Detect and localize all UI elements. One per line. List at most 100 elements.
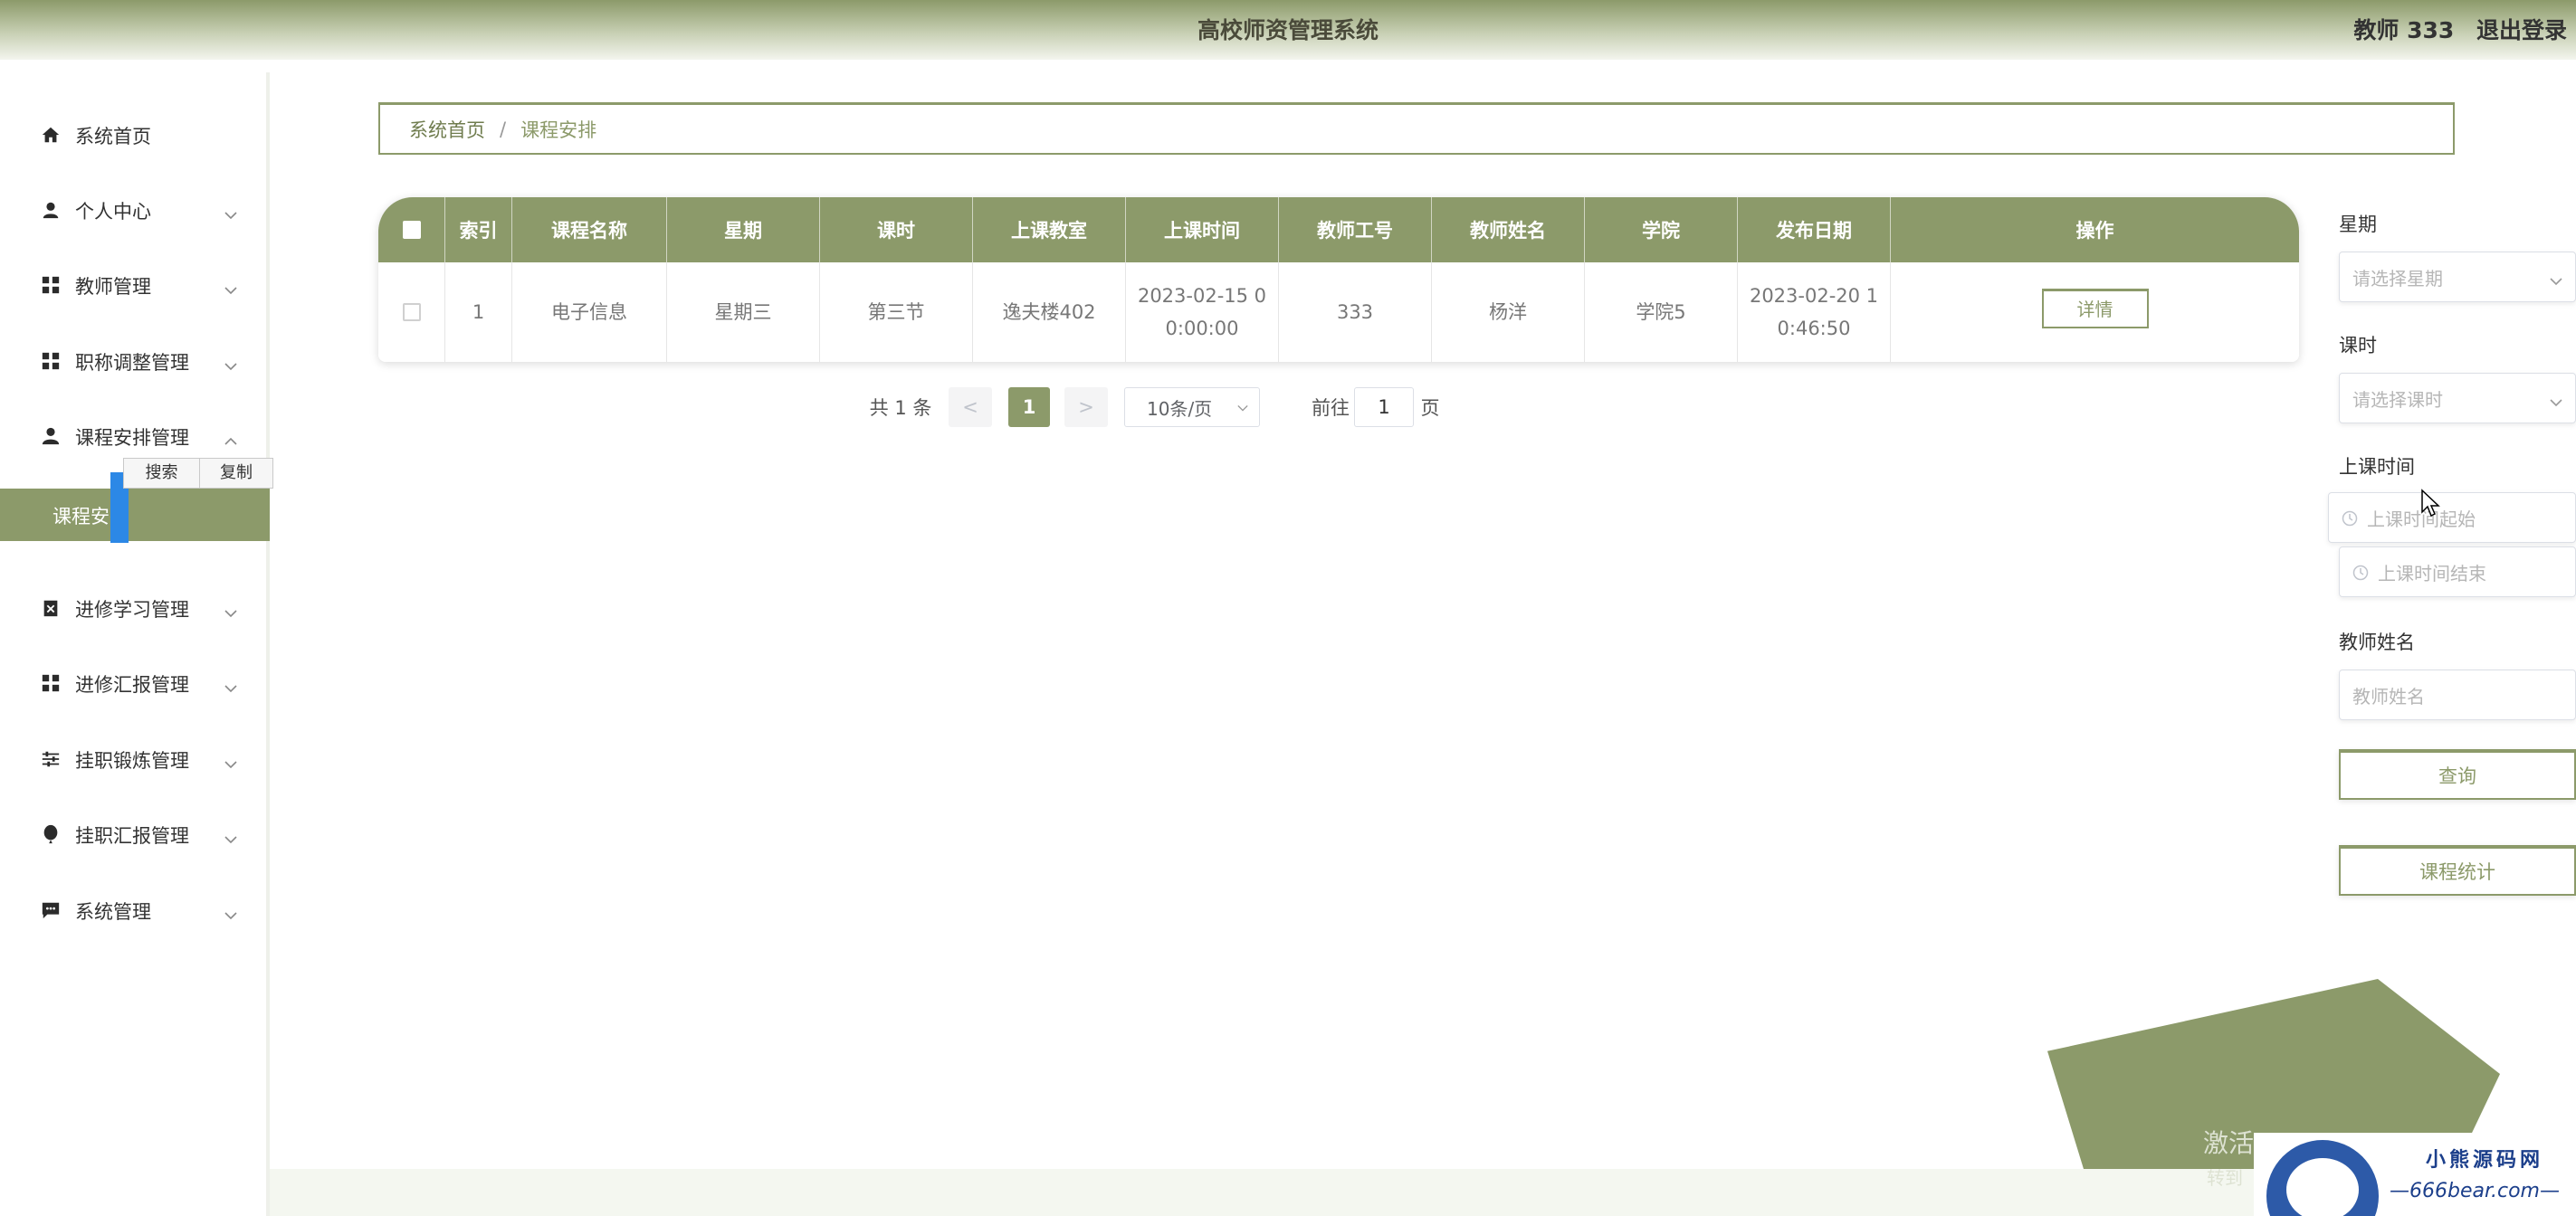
weekday-select[interactable]: 请选择星期: [2339, 252, 2576, 302]
activation-watermark-sub: 转到: [2207, 1167, 2243, 1189]
period-placeholder: 请选择课时: [2352, 388, 2443, 411]
teacher-name-input[interactable]: 教师姓名: [2339, 670, 2576, 720]
period-label: 课时: [2339, 335, 2377, 356]
header-cell: 课程名称: [512, 197, 667, 262]
cell-period: 第三节: [820, 262, 973, 362]
user-icon: [40, 200, 62, 222]
cell-college: 学院5: [1585, 262, 1738, 362]
weekday-placeholder: 请选择星期: [2352, 267, 2443, 290]
grid-icon: [40, 673, 62, 695]
breadcrumb: 系统首页 / 课程安排: [378, 102, 2455, 155]
sidebar-item-study[interactable]: 进修学习管理: [0, 582, 270, 636]
sliders-icon: [40, 749, 62, 771]
weekday-label: 星期: [2339, 214, 2377, 235]
bear-logo-icon: [2266, 1140, 2379, 1216]
cell-date-line1: 2023-02-20 1: [1749, 285, 1879, 307]
sidebar-item-study-report[interactable]: 进修汇报管理: [0, 657, 270, 711]
prev-page-button[interactable]: <: [949, 387, 992, 427]
sidebar-item-label: 进修学习管理: [75, 599, 189, 621]
context-copy-button[interactable]: 复制: [200, 459, 272, 488]
sidebar-item-label: 课程安排管理: [75, 427, 189, 449]
clipboard-icon: [40, 598, 62, 620]
page-1-button[interactable]: 1: [1008, 387, 1050, 427]
grid-icon: [40, 351, 62, 373]
cell-date-line2: 0:46:50: [1777, 318, 1851, 339]
header-cell: 索引: [445, 197, 512, 262]
sidebar-item-system[interactable]: 系统管理: [0, 884, 270, 938]
sidebar-item-home[interactable]: 系统首页: [0, 109, 270, 163]
course-stats-button[interactable]: 课程统计: [2339, 845, 2576, 896]
header-cell: 发布日期: [1738, 197, 1891, 262]
header-cell: 课时: [820, 197, 973, 262]
cell-room: 逸夫楼402: [973, 262, 1126, 362]
time-start-picker[interactable]: 上课时间起始: [2328, 492, 2576, 543]
select-all-checkbox[interactable]: [402, 221, 421, 239]
cell-index: 1: [445, 262, 512, 362]
sidebar-item-label: 系统首页: [75, 126, 151, 147]
row-select-cell[interactable]: [378, 262, 445, 362]
chevron-down-icon: [224, 204, 237, 220]
search-button[interactable]: 查询: [2339, 749, 2576, 800]
sidebar-item-personal[interactable]: 个人中心: [0, 184, 270, 238]
header-select-all[interactable]: [378, 197, 445, 262]
watermark-title: 小熊源码网: [2426, 1149, 2544, 1172]
sidebar-subitem-course-arrangement[interactable]: 课程安排: [0, 489, 270, 541]
sidebar-item-teacher[interactable]: 教师管理: [0, 259, 270, 313]
logout-link[interactable]: 退出登录: [2476, 17, 2567, 43]
user-tie-icon: [40, 426, 62, 448]
header-cell: 上课时间: [1126, 197, 1279, 262]
context-search-button[interactable]: 搜索: [124, 459, 200, 488]
cell-teacher-no: 333: [1279, 262, 1432, 362]
page-size-select[interactable]: 10条/页: [1124, 387, 1260, 427]
cell-weekday: 星期三: [667, 262, 820, 362]
goto-prefix: 前往: [1312, 397, 1350, 419]
header-cell: 教师工号: [1279, 197, 1432, 262]
goto-page-input[interactable]: 1: [1354, 387, 1414, 427]
breadcrumb-separator: /: [500, 118, 507, 140]
sidebar-item-label: 教师管理: [75, 276, 151, 298]
sidebar-item-title-adjust[interactable]: 职称调整管理: [0, 335, 270, 389]
cell-time-line1: 2023-02-15 0: [1137, 285, 1267, 307]
chevron-down-icon: [224, 754, 237, 769]
cell-date: 2023-02-20 1 0:46:50: [1738, 262, 1891, 362]
chevron-down-icon: [224, 356, 237, 371]
time-end-picker[interactable]: 上课时间结束: [2339, 546, 2576, 597]
page-size-value: 10条/页: [1147, 397, 1213, 420]
chevron-up-icon: [224, 431, 237, 445]
chevron-down-icon: [224, 905, 237, 920]
top-header: 高校师资管理系统 教师 333 退出登录: [0, 0, 2576, 60]
sidebar-item-secondment[interactable]: 挂职锻炼管理: [0, 733, 270, 787]
detail-button[interactable]: 详情: [2041, 289, 2149, 328]
user-area: 教师 333 退出登录: [2339, 13, 2567, 45]
cell-course: 电子信息: [512, 262, 667, 362]
sidebar-item-secondment-report[interactable]: 挂职汇报管理: [0, 808, 270, 862]
breadcrumb-home[interactable]: 系统首页: [409, 116, 485, 143]
goto-suffix: 页: [1420, 397, 1440, 419]
balloon-icon: [40, 824, 62, 846]
time-label: 上课时间: [2339, 456, 2415, 478]
course-table: 索引 课程名称 星期 课时 上课教室 上课时间 教师工号 教师姓名 学院 发布日…: [378, 197, 2299, 362]
period-select[interactable]: 请选择课时: [2339, 373, 2576, 423]
table-header: 索引 课程名称 星期 课时 上课教室 上课时间 教师工号 教师姓名 学院 发布日…: [378, 197, 2299, 262]
cell-time-line2: 0:00:00: [1165, 318, 1239, 339]
chevron-down-icon: [1237, 396, 1248, 418]
site-watermark: 小熊源码网 —666bear.com—: [2254, 1133, 2576, 1216]
sidebar-item-course-arrangement[interactable]: 课程安排管理: [0, 410, 270, 464]
next-page-button[interactable]: >: [1064, 387, 1108, 427]
time-end-placeholder: 上课时间结束: [2378, 562, 2486, 584]
table-row: 1 电子信息 星期三 第三节 逸夫楼402 2023-02-15 0 0:00:…: [378, 262, 2299, 362]
sidebar: 系统首页 个人中心 教师管理 职称调整管理 课程安排管理 进修学习管理 进修汇报…: [0, 72, 270, 1216]
row-checkbox[interactable]: [402, 303, 421, 321]
sidebar-item-label: 挂职锻炼管理: [75, 750, 189, 772]
header-cell: 上课教室: [973, 197, 1126, 262]
watermark-url: —666bear.com—: [2390, 1180, 2560, 1202]
header-cell: 星期: [667, 197, 820, 262]
header-cell: 操作: [2075, 220, 2114, 242]
sidebar-item-label: 挂职汇报管理: [75, 825, 189, 847]
sidebar-item-label: 系统管理: [75, 901, 151, 923]
app-title: 高校师资管理系统: [1197, 17, 1379, 43]
cell-actions: 详情: [1891, 262, 2299, 362]
chevron-down-icon: [2550, 392, 2562, 407]
breadcrumb-current: 课程安排: [520, 119, 597, 141]
cell-teacher-name: 杨洋: [1432, 262, 1585, 362]
